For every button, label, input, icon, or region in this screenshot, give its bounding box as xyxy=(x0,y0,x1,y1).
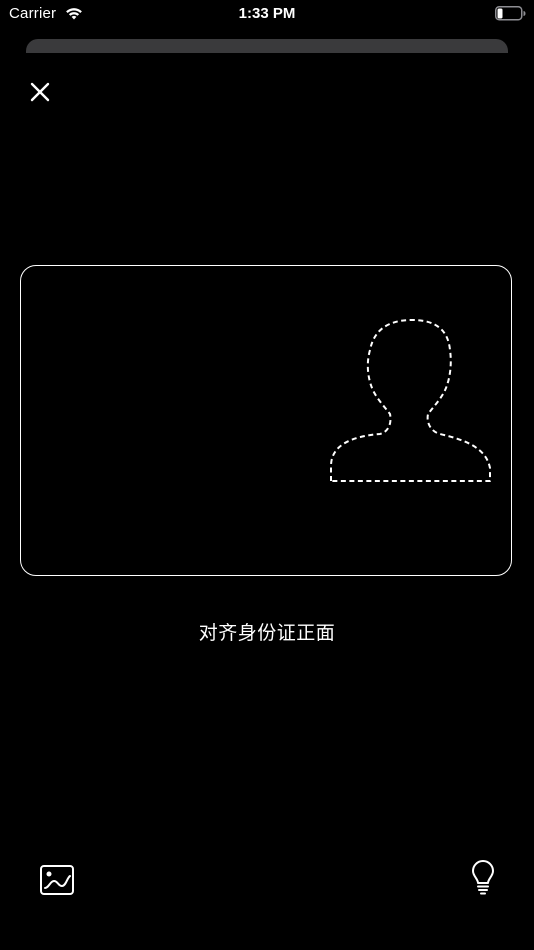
close-icon xyxy=(30,82,50,102)
close-button[interactable] xyxy=(24,76,56,108)
flashlight-button[interactable] xyxy=(468,860,498,896)
portrait-outline-icon xyxy=(330,319,491,482)
status-time: 1:33 PM xyxy=(238,5,296,22)
id-card-frame xyxy=(20,265,512,576)
lightbulb-icon xyxy=(472,860,494,895)
battery-icon xyxy=(495,6,526,21)
image-gallery-icon xyxy=(40,865,74,895)
gallery-button[interactable] xyxy=(39,863,75,897)
status-bar: Carrier 1:33 PM xyxy=(0,0,534,28)
alignment-hint: 对齐身份证正面 xyxy=(198,622,336,644)
sheet-top-edge xyxy=(26,39,508,53)
